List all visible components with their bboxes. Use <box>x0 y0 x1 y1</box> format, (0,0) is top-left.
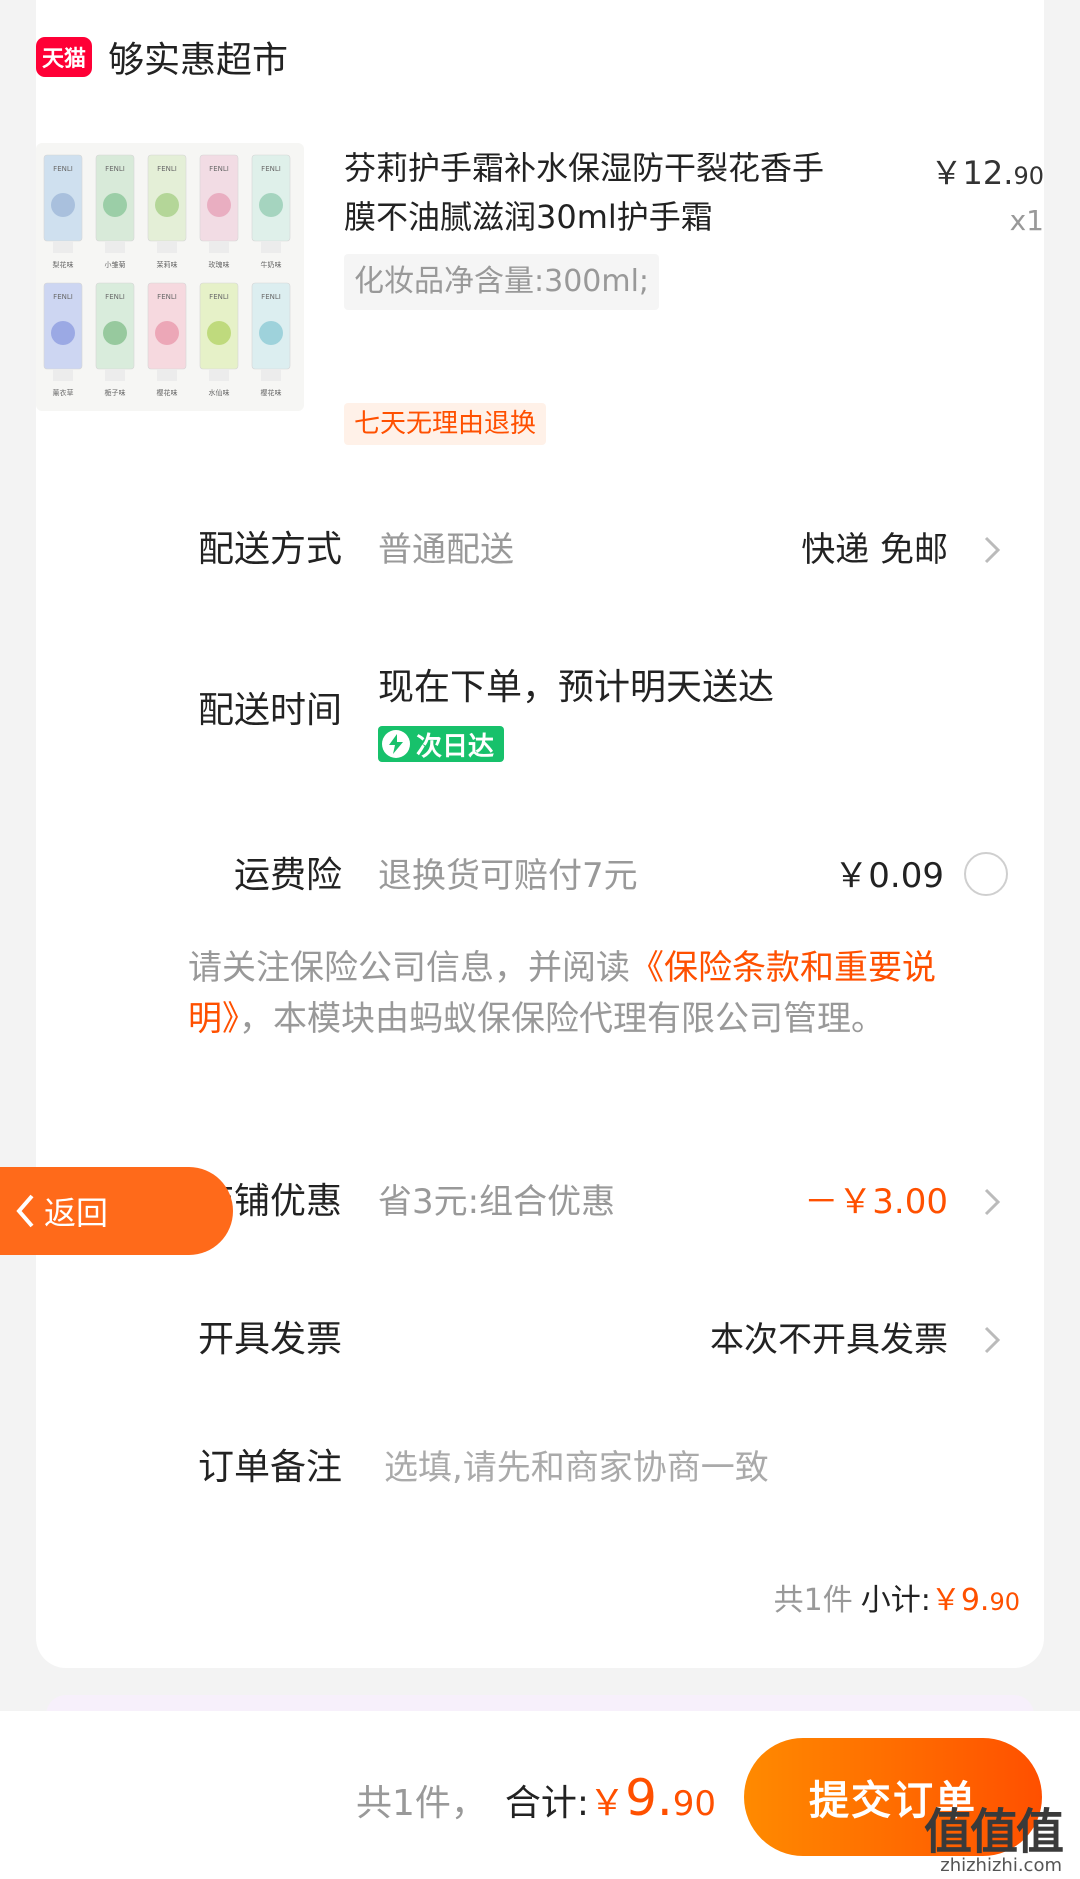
product-tube: FENLI 樱花味 <box>147 282 187 397</box>
svg-text:水仙味: 水仙味 <box>209 388 230 397</box>
chevron-left-icon <box>16 1194 34 1228</box>
svg-text:梨花味: 梨花味 <box>53 260 74 269</box>
order-remark-label: 订单备注 <box>197 1447 342 1488</box>
chevron-right-icon <box>984 1188 1001 1216</box>
svg-text:樱花味: 樱花味 <box>261 388 282 397</box>
store-discount-value: －￥3.00 <box>804 1182 948 1222</box>
store-discount-desc: 省3元:组合优惠 <box>378 1182 616 1222</box>
product-tube: FENLI 樱花味 <box>251 282 291 397</box>
shipping-insurance-label: 运费险 <box>233 855 342 896</box>
subtotal-count: 共1件 <box>773 1583 853 1618</box>
invoice-row[interactable]: 开具发票 本次不开具发票 <box>36 1310 1044 1370</box>
insurance-notice-suffix: ，本模块由蚂蚁保保险代理有限公司管理。 <box>239 999 885 1039</box>
product-tube: FENLI 栀子味 <box>95 282 135 397</box>
total-amount: ￥9.90 <box>589 1770 717 1826</box>
insurance-radio[interactable] <box>964 852 1008 896</box>
chevron-right-icon <box>984 1326 1001 1354</box>
shipping-insurance-row[interactable]: 运费险 退换货可赔付7元 ￥0.09 <box>36 846 1044 906</box>
total-count: 共1件， <box>356 1783 487 1824</box>
insurance-notice: 请关注保险公司信息，并阅读《保险条款和重要说明》，本模块由蚂蚁保保险代理有限公司… <box>188 943 1018 1045</box>
product-tube: FENLI 梨花味 <box>43 154 83 269</box>
product-sku: 化妆品净含量:300ml; <box>344 254 660 310</box>
shipping-insurance-desc: 退换货可赔付7元 <box>378 856 638 896</box>
delivery-time-label: 配送时间 <box>197 690 342 731</box>
svg-text:FENLI: FENLI <box>53 293 73 301</box>
svg-text:FENLI: FENLI <box>105 165 125 173</box>
insurance-notice-prefix: 请关注保险公司信息，并阅读 <box>188 948 630 988</box>
tmall-logo-icon: 天猫 <box>36 37 92 77</box>
product-tube: FENLI 小雏菊 <box>95 154 135 269</box>
svg-text:牛奶味: 牛奶味 <box>261 260 282 269</box>
back-button-label: 返回 <box>44 1194 109 1232</box>
delivery-method-label: 配送方式 <box>197 529 342 570</box>
svg-text:FENLI: FENLI <box>209 165 229 173</box>
watermark-url: zhizhizhi.com <box>940 1855 1062 1876</box>
svg-text:FENLI: FENLI <box>261 293 281 301</box>
back-button[interactable]: 返回 <box>0 1167 233 1255</box>
product-tube: FENLI 牛奶味 <box>251 154 291 269</box>
product-price: ￥12.90 <box>931 148 1044 194</box>
order-total: 共1件， 合计:￥9.90 <box>356 1770 716 1832</box>
svg-text:小雏菊: 小雏菊 <box>105 260 126 269</box>
watermark-logo: 值值值 <box>923 1804 1064 1860</box>
product-title[interactable]: 芬莉护手霜补水保湿防干裂花香手膜不油腻滋润30ml护手霜 <box>344 144 854 242</box>
invoice-value: 本次不开具发票 <box>710 1320 948 1360</box>
next-day-label: 次日达 <box>416 731 495 762</box>
total-currency: ￥ <box>589 1783 626 1824</box>
product-tube: FENLI 水仙味 <box>199 282 239 397</box>
product-quantity: x1 <box>1009 204 1044 237</box>
product-price-main: ￥12. <box>930 154 1014 192</box>
svg-text:樱花味: 樱花味 <box>157 388 178 397</box>
total-label: 合计: <box>504 1783 590 1824</box>
total-amount-int: 9. <box>625 1769 673 1827</box>
svg-text:薰衣草: 薰衣草 <box>53 388 74 397</box>
product-tube: FENLI 茉莉味 <box>147 154 187 269</box>
store-name: 够实惠超市 <box>108 40 289 81</box>
svg-text:FENLI: FENLI <box>53 165 73 173</box>
product-image[interactable]: FENLI 梨花味 FENLI 小雏菊 FENLI 茉莉味 FENLI 玫瑰味 FENLI 牛奶味… <box>36 143 304 411</box>
total-amount-decimal: 90 <box>672 1784 717 1824</box>
return-policy-tag: 七天无理由退换 <box>344 403 547 445</box>
svg-text:FENLI: FENLI <box>261 165 281 173</box>
svg-text:FENLI: FENLI <box>157 293 177 301</box>
chevron-right-icon <box>984 536 1001 564</box>
svg-text:FENLI: FENLI <box>209 293 229 301</box>
delivery-method-row[interactable]: 配送方式 普通配送 快递 免邮 <box>36 520 1044 580</box>
store-header[interactable]: 天猫 够实惠超市 <box>36 33 288 81</box>
svg-text:栀子味: 栀子味 <box>105 388 126 397</box>
subtotal-amount: ￥9.90 <box>931 1583 1020 1618</box>
svg-text:玫瑰味: 玫瑰味 <box>209 260 230 269</box>
product-price-decimal: 90 <box>1013 162 1044 190</box>
subtotal: 共1件 小计:￥9.90 <box>774 1577 1020 1626</box>
order-remark-input[interactable]: 选填,请先和商家协商一致 <box>384 1438 769 1498</box>
subtotal-amount-main: ￥9. <box>930 1583 990 1618</box>
order-remark-row[interactable]: 订单备注 选填,请先和商家协商一致 <box>36 1438 1044 1498</box>
delivery-method-desc: 普通配送 <box>378 530 514 570</box>
svg-text:茉莉味: 茉莉味 <box>157 260 178 269</box>
shipping-insurance-price: ￥0.09 <box>834 856 944 896</box>
subtotal-amount-decimal: 90 <box>989 1588 1020 1616</box>
svg-text:FENLI: FENLI <box>157 165 177 173</box>
watermark: 值值值 zhizhizhi.com <box>923 1804 1064 1876</box>
product-tube: FENLI 薰衣草 <box>43 282 83 397</box>
next-day-badge: 次日达 <box>378 726 505 762</box>
delivery-time-estimate: 现在下单，预计明天送达 <box>378 667 775 708</box>
delivery-method-value: 快递 免邮 <box>801 530 948 570</box>
subtotal-label: 小计: <box>860 1583 931 1618</box>
lightning-icon <box>382 730 410 758</box>
invoice-label: 开具发票 <box>197 1319 342 1360</box>
svg-text:FENLI: FENLI <box>105 293 125 301</box>
product-tube: FENLI 玫瑰味 <box>199 154 239 269</box>
